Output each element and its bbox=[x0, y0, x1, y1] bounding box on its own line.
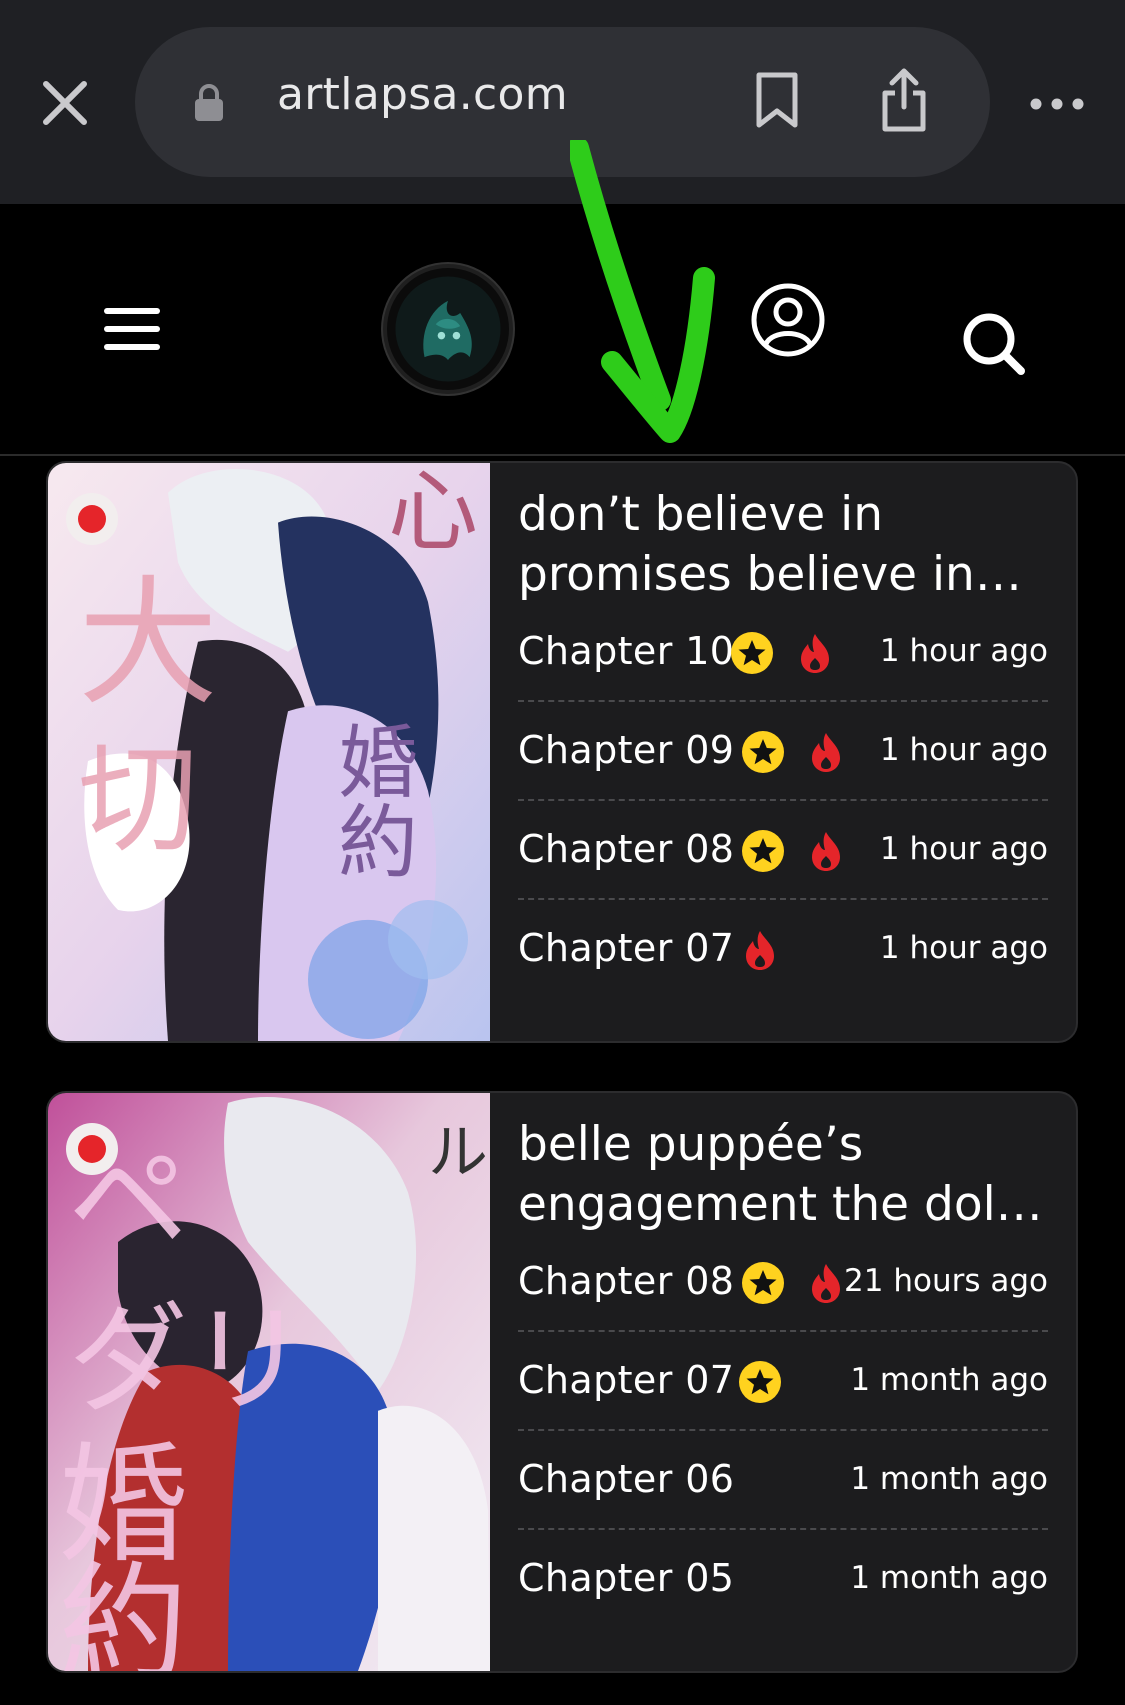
fire-icon bbox=[812, 832, 840, 871]
chapter-time: 1 hour ago bbox=[879, 831, 1048, 867]
chapter-row[interactable]: Chapter 05 1 month ago bbox=[518, 1530, 1048, 1629]
site-logo[interactable] bbox=[383, 264, 513, 394]
chapter-badges bbox=[731, 631, 833, 675]
star-icon bbox=[742, 1262, 784, 1304]
chapter-name[interactable]: Chapter 10 bbox=[518, 629, 734, 673]
series-title-line[interactable]: promises believe in… bbox=[518, 545, 1048, 605]
series-card[interactable]: 大 切 心 婚 約 don’t believe in promises beli… bbox=[46, 461, 1078, 1043]
chapter-badges bbox=[742, 730, 844, 774]
svg-text:切: 切 bbox=[78, 731, 198, 870]
star-icon bbox=[739, 1361, 781, 1403]
chapter-name[interactable]: Chapter 08 bbox=[518, 827, 734, 871]
chapter-row[interactable]: Chapter 10 1 hour ago bbox=[518, 603, 1048, 702]
bookmark-icon[interactable] bbox=[755, 71, 799, 129]
series-title[interactable]: don’t believe in promises believe in… bbox=[518, 485, 1048, 605]
chapter-time: 1 month ago bbox=[850, 1560, 1048, 1596]
chapter-name[interactable]: Chapter 09 bbox=[518, 728, 734, 772]
svg-text:約: 約 bbox=[338, 796, 418, 889]
new-badge bbox=[66, 493, 118, 545]
fire-icon bbox=[746, 931, 774, 970]
chapter-name[interactable]: Chapter 08 bbox=[518, 1259, 734, 1303]
close-icon[interactable] bbox=[40, 78, 90, 128]
browser-toolbar: artlapsa.com bbox=[0, 0, 1125, 204]
chapter-row[interactable]: Chapter 06 1 month ago bbox=[518, 1431, 1048, 1530]
more-icon[interactable] bbox=[1030, 90, 1084, 118]
search-icon[interactable] bbox=[962, 312, 1026, 376]
svg-text:心: 心 bbox=[388, 463, 478, 564]
chapter-badges bbox=[742, 928, 778, 972]
fire-icon bbox=[812, 1264, 840, 1303]
chapter-list: Chapter 10 1 hour ago Chapter 09 1 hour … bbox=[518, 603, 1048, 999]
chapter-badges bbox=[739, 1360, 781, 1404]
chapter-time: 1 month ago bbox=[850, 1461, 1048, 1497]
chapter-badges bbox=[742, 1261, 844, 1305]
chapter-time: 1 hour ago bbox=[879, 633, 1048, 669]
lock-icon bbox=[195, 84, 223, 121]
series-cover[interactable]: ペ ダリ 婚 約 ル bbox=[48, 1093, 490, 1671]
series-title[interactable]: belle puppée’s engagement the dol… bbox=[518, 1115, 1048, 1235]
hamburger-icon[interactable] bbox=[104, 308, 160, 350]
star-icon bbox=[742, 731, 784, 773]
chapter-time: 1 hour ago bbox=[879, 930, 1048, 966]
chapter-row[interactable]: Chapter 08 1 hour ago bbox=[518, 801, 1048, 900]
url-text[interactable]: artlapsa.com bbox=[277, 69, 568, 120]
svg-text:約: 約 bbox=[58, 1549, 188, 1671]
series-title-line[interactable]: don’t believe in bbox=[518, 485, 1048, 545]
series-cover[interactable]: 大 切 心 婚 約 bbox=[48, 463, 490, 1041]
series-title-line[interactable]: engagement the dol… bbox=[518, 1175, 1048, 1235]
svg-text:ダリ: ダリ bbox=[68, 1291, 308, 1430]
chapter-row[interactable]: Chapter 09 1 hour ago bbox=[518, 702, 1048, 801]
series-card[interactable]: ペ ダリ 婚 約 ル belle puppée’s engagement the… bbox=[46, 1091, 1078, 1673]
svg-text:ル: ル bbox=[428, 1119, 488, 1188]
chapter-time: 1 hour ago bbox=[879, 732, 1048, 768]
fire-icon bbox=[801, 634, 829, 673]
star-icon bbox=[731, 632, 773, 674]
chapter-list: Chapter 08 21 hours ago Chapter 07 1 mon… bbox=[518, 1233, 1048, 1629]
chapter-name[interactable]: Chapter 06 bbox=[518, 1457, 734, 1501]
new-badge bbox=[66, 1123, 118, 1175]
series-title-line[interactable]: belle puppée’s bbox=[518, 1115, 1048, 1175]
chapter-name[interactable]: Chapter 07 bbox=[518, 1358, 734, 1402]
chapter-time: 1 month ago bbox=[850, 1362, 1048, 1398]
chapter-badges bbox=[742, 829, 844, 873]
user-icon[interactable] bbox=[750, 282, 826, 358]
address-bar[interactable]: artlapsa.com bbox=[135, 27, 990, 177]
chapter-name[interactable]: Chapter 05 bbox=[518, 1556, 734, 1600]
chapter-row[interactable]: Chapter 08 21 hours ago bbox=[518, 1233, 1048, 1332]
svg-text:大: 大 bbox=[78, 563, 218, 724]
chapter-row[interactable]: Chapter 07 1 month ago bbox=[518, 1332, 1048, 1431]
chapter-row[interactable]: Chapter 07 1 hour ago bbox=[518, 900, 1048, 999]
star-icon bbox=[742, 830, 784, 872]
share-icon[interactable] bbox=[879, 67, 929, 133]
chapter-name[interactable]: Chapter 07 bbox=[518, 926, 734, 970]
fire-icon bbox=[812, 733, 840, 772]
chapter-time: 21 hours ago bbox=[844, 1263, 1048, 1299]
site-header bbox=[0, 204, 1125, 456]
